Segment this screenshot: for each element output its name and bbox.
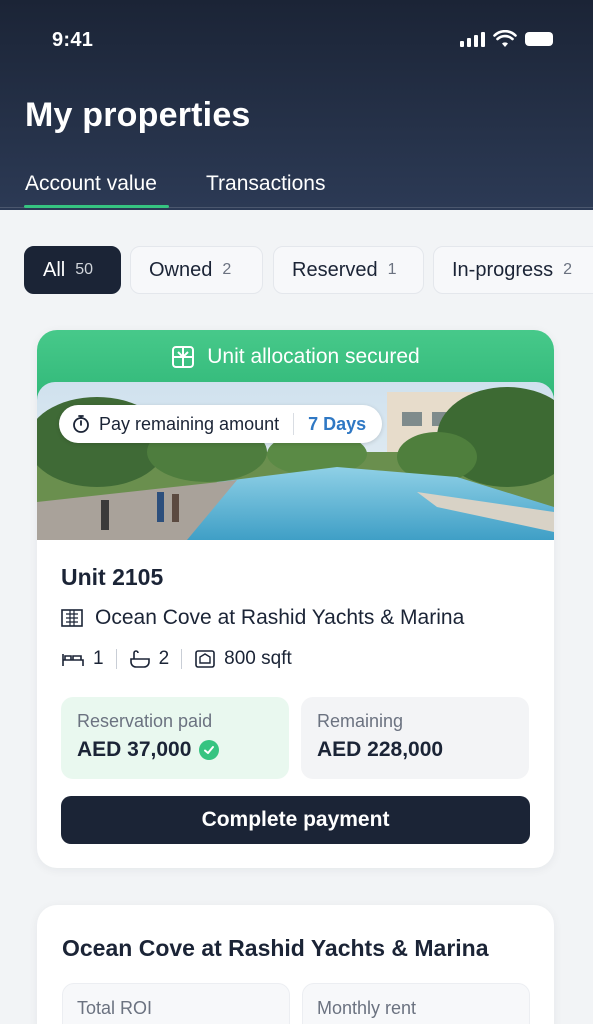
filter-chip-label: Reserved	[292, 258, 378, 281]
filter-chip-label: In-progress	[452, 258, 554, 281]
specs-row: 1 2 800 sqft	[61, 648, 292, 670]
property-card[interactable]: Unit allocation secured Pay remaining am…	[37, 330, 554, 868]
filter-chip-label: All	[43, 258, 66, 281]
check-circle-icon	[199, 740, 220, 760]
status-icons	[460, 30, 553, 48]
filter-chip-owned[interactable]: Owned 2	[130, 246, 263, 294]
filter-chip-count: 50	[75, 261, 94, 278]
bath-icon	[129, 650, 150, 668]
status-bar: 9:41	[0, 0, 593, 80]
property-summary-card[interactable]: Ocean Cove at Rashid Yachts & Marina Tot…	[37, 905, 554, 1024]
bathrooms-count: 2	[158, 648, 170, 669]
pill-divider	[293, 413, 295, 435]
remaining-box: Remaining AED 228,000	[301, 697, 529, 779]
reservation-paid-box: Reservation paid AED 37,000	[61, 697, 289, 779]
filter-chip-all[interactable]: All 50	[24, 246, 121, 294]
cellular-signal-icon	[460, 31, 485, 47]
pay-remaining-pill[interactable]: Pay remaining amount 7 Days	[59, 405, 383, 443]
complete-payment-button[interactable]: Complete payment	[61, 796, 530, 844]
app-header: 9:41 My properties Account value Transac…	[0, 0, 593, 210]
filter-chip-reserved[interactable]: Reserved 1	[273, 246, 424, 294]
tab-active-indicator	[24, 205, 169, 208]
unit-allocation-icon	[172, 346, 195, 368]
page-title: My properties	[25, 96, 251, 134]
tab-transactions[interactable]: Transactions	[206, 172, 325, 196]
location-name: Ocean Cove at Rashid Yachts & Marina	[95, 606, 465, 629]
allocation-banner-text: Unit allocation secured	[207, 345, 420, 368]
location-row: Ocean Cove at Rashid Yachts & Marina	[61, 606, 464, 630]
spec-divider	[181, 649, 183, 669]
pay-remaining-label: Pay remaining amount	[99, 413, 280, 434]
property-summary-title: Ocean Cove at Rashid Yachts & Marina	[62, 935, 489, 961]
spec-divider	[115, 649, 117, 669]
bed-icon	[62, 654, 84, 666]
stopwatch-icon	[73, 415, 89, 433]
reservation-paid-value-row: AED 37,000	[77, 738, 273, 762]
reservation-paid-value: AED 37,000	[77, 738, 192, 761]
battery-icon	[525, 32, 553, 46]
wifi-icon	[493, 30, 517, 47]
remaining-value: AED 228,000	[317, 738, 444, 761]
allocation-banner-content: Unit allocation secured	[37, 345, 554, 369]
filter-chip-in-progress[interactable]: In-progress 2	[433, 246, 593, 294]
bedrooms-count: 1	[93, 648, 104, 669]
total-roi-label: Total ROI	[77, 998, 153, 1018]
filter-chip-count: 2	[563, 261, 573, 278]
monthly-rent-label: Monthly rent	[317, 998, 417, 1018]
filter-chip-count: 2	[222, 261, 232, 278]
pay-remaining-days: 7 Days	[308, 413, 367, 434]
area-icon	[195, 650, 215, 668]
monthly-rent-box: Monthly rent	[302, 983, 530, 1024]
area-value: 800 sqft	[224, 648, 292, 669]
unit-title: Unit 2105	[61, 564, 164, 590]
total-roi-box: Total ROI	[62, 983, 290, 1024]
reservation-paid-label: Reservation paid	[77, 711, 213, 731]
filter-chip-label: Owned	[149, 258, 213, 281]
remaining-label: Remaining	[317, 711, 404, 731]
tab-account-value[interactable]: Account value	[25, 172, 157, 196]
status-time: 9:41	[52, 29, 94, 51]
building-icon	[61, 609, 83, 627]
filter-chip-count: 1	[387, 261, 397, 278]
